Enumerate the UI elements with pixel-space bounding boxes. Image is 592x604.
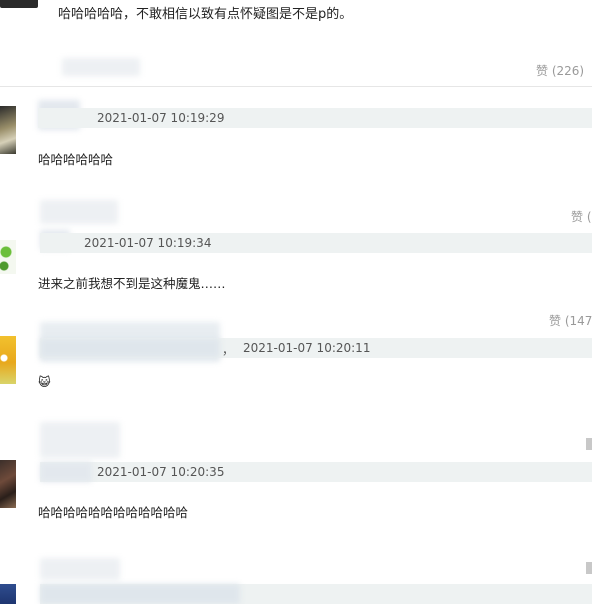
like-label: 赞 xyxy=(536,64,549,78)
comment-text: 进来之前我想不到是这种魔鬼…… xyxy=(38,276,226,291)
like-button[interactable]: 赞 (147 xyxy=(549,312,592,329)
timestamp: 2021-01-07 10:19:29 xyxy=(97,111,225,125)
timestamp: 2021-01-07 10:20:11 xyxy=(243,341,371,355)
comment-text: 哈哈哈哈哈哈哈哈哈哈哈哈 xyxy=(38,505,189,520)
like-count: ( xyxy=(586,210,592,224)
avatar[interactable] xyxy=(0,336,16,384)
avatar[interactable] xyxy=(0,106,16,154)
avatar[interactable] xyxy=(0,584,16,604)
name-separator: ， xyxy=(222,343,235,357)
username-redacted xyxy=(40,338,220,358)
username-redacted xyxy=(40,422,120,458)
comment-text: 哈哈哈哈哈，不敢相信以致有点怀疑图是不是p的。 xyxy=(58,7,353,22)
comment-emoji: 😺 xyxy=(38,375,51,389)
like-button[interactable]: 赞 ( xyxy=(571,208,592,225)
timestamp: 2021-01-07 10:19:34 xyxy=(84,236,212,250)
timestamp: 2021-01-07 10:20:35 xyxy=(97,465,225,479)
like-label: 赞 xyxy=(571,210,584,224)
like-label: 赞 xyxy=(549,314,562,328)
username-redacted xyxy=(40,462,92,482)
avatar[interactable] xyxy=(0,0,38,8)
like-count: (226) xyxy=(551,64,585,78)
divider xyxy=(0,86,592,87)
like-button[interactable] xyxy=(586,562,592,574)
comment-text: 哈哈哈哈哈哈 xyxy=(38,152,114,167)
avatar[interactable] xyxy=(0,240,16,274)
username-redacted xyxy=(40,558,120,580)
like-button[interactable] xyxy=(586,438,592,450)
username-redacted xyxy=(40,200,118,224)
username-redacted xyxy=(40,584,240,604)
avatar[interactable] xyxy=(0,460,16,508)
like-count: (147 xyxy=(564,314,592,328)
username-redacted xyxy=(62,58,140,76)
like-button[interactable]: 赞 (226) xyxy=(536,62,584,79)
